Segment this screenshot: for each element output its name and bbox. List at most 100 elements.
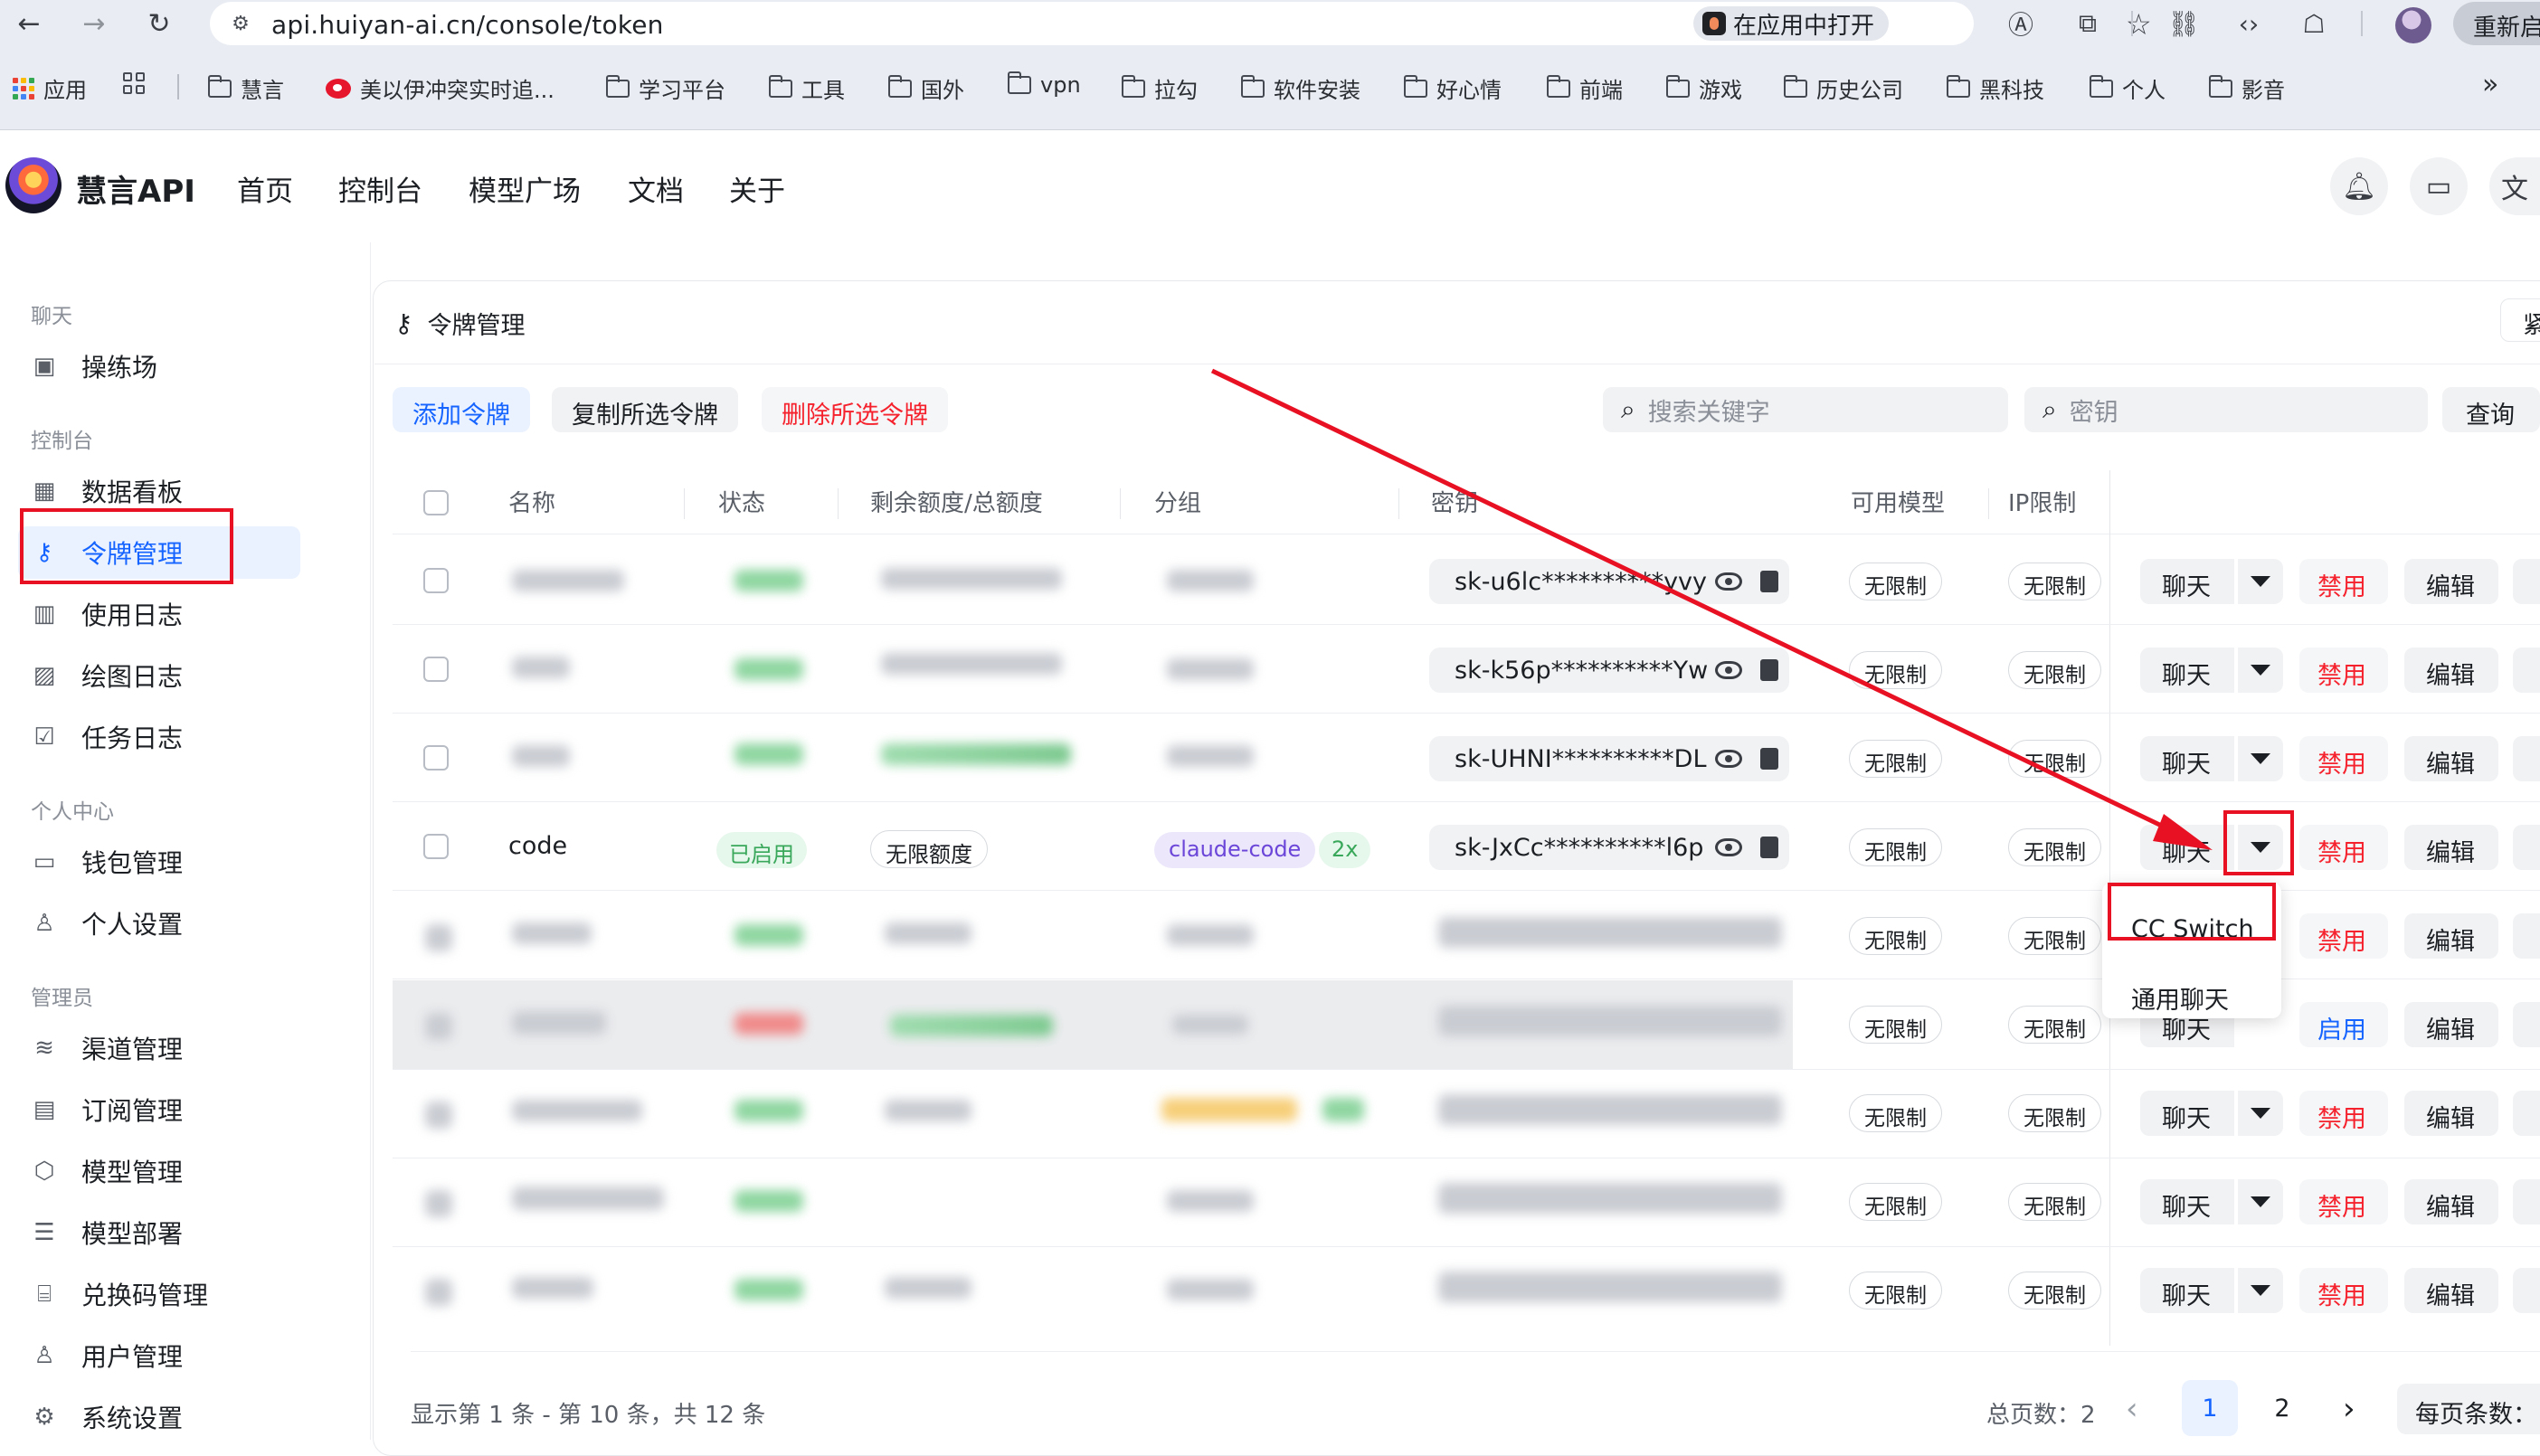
sidebar-item-playground[interactable]: ▣ 操练场 xyxy=(18,340,300,392)
sidebar-item-usage-log[interactable]: ▥ 使用日志 xyxy=(18,588,300,640)
edit-button[interactable]: 编辑 xyxy=(2404,648,2498,693)
row-checkbox[interactable] xyxy=(423,657,449,682)
token-key-field[interactable]: sk-k56p**********Yw xyxy=(1429,648,1789,693)
menu-item-generic-chat[interactable]: 通用聊天 xyxy=(2131,980,2229,1016)
copy-icon[interactable] xyxy=(1760,748,1778,770)
sidebar-item-subscriptions[interactable]: ▤ 订阅管理 xyxy=(18,1083,300,1136)
chat-dropdown-button[interactable] xyxy=(2238,1268,2283,1313)
language-icon[interactable]: 文 xyxy=(2489,157,2540,215)
delete-button[interactable] xyxy=(2513,1002,2540,1047)
bookmark-weibo[interactable]: 美以伊冲突实时追... xyxy=(326,72,554,104)
bookmark-folder[interactable]: 慧言 xyxy=(207,72,284,104)
eye-icon[interactable] xyxy=(1715,572,1742,591)
chat-button[interactable]: 聊天 xyxy=(2140,736,2234,781)
eye-icon[interactable] xyxy=(1715,838,1742,856)
url-text[interactable]: api.huiyan-ai.cn/console/token xyxy=(271,10,664,40)
notification-bell-icon[interactable]: 🔔︎ xyxy=(2330,157,2388,215)
sidebar-item-drawing-log[interactable]: ▨ 绘图日志 xyxy=(18,649,300,702)
delete-button[interactable] xyxy=(2513,1091,2540,1136)
delete-button[interactable] xyxy=(2513,648,2540,693)
disable-button[interactable]: 禁用 xyxy=(2299,1179,2388,1224)
nav-docs[interactable]: 文档 xyxy=(628,168,684,209)
sidebar-item-system-settings[interactable]: ⚙ 系统设置 xyxy=(18,1391,300,1443)
bookmark-folder[interactable]: 前端 xyxy=(1546,72,1623,104)
disable-button[interactable]: 禁用 xyxy=(2299,559,2388,604)
sidebar-item-wallet[interactable]: ▭ 钱包管理 xyxy=(18,836,300,888)
extensions-puzzle-icon[interactable]: ⧉ xyxy=(2070,5,2106,42)
chat-button[interactable]: 聊天 xyxy=(2140,559,2234,604)
code-icon[interactable]: ‹› xyxy=(2231,5,2267,42)
bookmark-grid[interactable] xyxy=(123,72,145,94)
edit-button[interactable]: 编辑 xyxy=(2404,1091,2498,1136)
delete-button[interactable] xyxy=(2513,913,2540,959)
nav-home[interactable]: 首页 xyxy=(237,168,293,209)
edit-button[interactable]: 编辑 xyxy=(2404,825,2498,870)
edit-button[interactable]: 编辑 xyxy=(2404,1002,2498,1047)
disable-button[interactable]: 禁用 xyxy=(2299,1268,2388,1313)
bookmark-folder[interactable]: 黑科技 xyxy=(1946,72,2044,104)
sidebar-item-channels[interactable]: ≋ 渠道管理 xyxy=(18,1022,300,1074)
bookmark-folder[interactable]: 工具 xyxy=(768,72,845,104)
bookmark-folder[interactable]: vpn xyxy=(1007,71,1081,98)
reload-icon[interactable]: ↻ xyxy=(141,5,177,42)
site-info-icon[interactable]: ⚙ xyxy=(226,9,255,38)
key-search-input[interactable]: ⌕ 密钥 xyxy=(2024,387,2428,432)
keyword-search-input[interactable]: ⌕ 搜索关键字 xyxy=(1603,387,2008,432)
chat-button[interactable]: 聊天 xyxy=(2140,1268,2234,1313)
bookmark-folder[interactable]: 影音 xyxy=(2208,72,2285,104)
delete-button[interactable] xyxy=(2513,736,2540,781)
delete-selected-button[interactable]: 删除所选令牌 xyxy=(762,387,948,432)
edit-button[interactable]: 编辑 xyxy=(2404,736,2498,781)
compact-toggle[interactable]: 紧 xyxy=(2500,298,2540,342)
token-key-field[interactable]: sk-UHNI**********DL xyxy=(1429,736,1789,781)
delete-button[interactable] xyxy=(2513,825,2540,870)
delete-button[interactable] xyxy=(2513,1179,2540,1224)
bookmark-folder[interactable]: 学习平台 xyxy=(605,72,725,104)
copy-icon[interactable] xyxy=(1760,571,1778,592)
nav-about[interactable]: 关于 xyxy=(729,168,785,209)
chat-dropdown-button[interactable] xyxy=(2238,648,2283,693)
token-key-field[interactable]: sk-JxCc**********l6p xyxy=(1429,825,1789,870)
sidebar-item-users[interactable]: ♙ 用户管理 xyxy=(18,1329,300,1382)
bookmark-folder[interactable]: 拉勾 xyxy=(1121,72,1198,104)
brand-logo[interactable] xyxy=(5,157,62,213)
chat-dropdown-button[interactable] xyxy=(2238,559,2283,604)
disable-button[interactable]: 禁用 xyxy=(2299,736,2388,781)
bookmark-folder[interactable]: 软件安装 xyxy=(1240,72,1360,104)
select-all-checkbox[interactable] xyxy=(423,490,449,515)
row-checkbox[interactable] xyxy=(423,834,449,859)
page-size-select[interactable]: 每页条数： xyxy=(2397,1384,2540,1434)
bookmark-folder[interactable]: 游戏 xyxy=(1665,72,1742,104)
row-checkbox[interactable] xyxy=(423,568,449,593)
relaunch-button[interactable]: 重新启 xyxy=(2453,2,2540,45)
copy-icon[interactable] xyxy=(1760,837,1778,858)
sidebar-item-personal-settings[interactable]: ♙ 个人设置 xyxy=(18,897,300,950)
sidebar-item-redeem-codes[interactable]: ⌸ 兑换码管理 xyxy=(18,1268,300,1320)
edit-button[interactable]: 编辑 xyxy=(2404,913,2498,959)
chat-dropdown-button[interactable] xyxy=(2238,1091,2283,1136)
prev-page-icon[interactable]: ‹ xyxy=(2126,1391,2138,1427)
chat-button[interactable]: 聊天 xyxy=(2140,825,2234,870)
chat-button[interactable]: 聊天 xyxy=(2140,648,2234,693)
bookmark-star-icon[interactable]: ☆ xyxy=(2126,7,2152,42)
edit-button[interactable]: 编辑 xyxy=(2404,1268,2498,1313)
next-page-icon[interactable]: › xyxy=(2343,1391,2355,1427)
brand-name[interactable]: 慧言API xyxy=(76,166,195,211)
chat-button[interactable]: 聊天 xyxy=(2140,1179,2234,1224)
open-in-app-button[interactable]: 在应用中打开 xyxy=(1693,6,1890,41)
sidebar-item-models[interactable]: ⬡ 模型管理 xyxy=(18,1145,300,1197)
edit-button[interactable]: 编辑 xyxy=(2404,1179,2498,1224)
forward-icon[interactable]: → xyxy=(76,5,112,42)
delete-button[interactable] xyxy=(2513,559,2540,604)
chat-dropdown-button[interactable] xyxy=(2238,736,2283,781)
copy-icon[interactable] xyxy=(1760,659,1778,681)
address-bar[interactable]: ⚙ api.huiyan-ai.cn/console/token 在应用中打开 … xyxy=(210,2,2152,45)
bookmark-apps[interactable]: 应用 xyxy=(13,72,87,104)
sidebar-item-model-deploy[interactable]: ☰ 模型部署 xyxy=(18,1206,300,1259)
delete-button[interactable] xyxy=(2513,1268,2540,1313)
disable-button[interactable]: 禁用 xyxy=(2299,648,2388,693)
bookmark-folder[interactable]: 历史公司 xyxy=(1783,72,1903,104)
page-1[interactable]: 1 xyxy=(2182,1380,2238,1436)
extension-a-icon[interactable]: Ⓐ xyxy=(2003,5,2039,42)
profile-avatar[interactable] xyxy=(2395,7,2431,43)
